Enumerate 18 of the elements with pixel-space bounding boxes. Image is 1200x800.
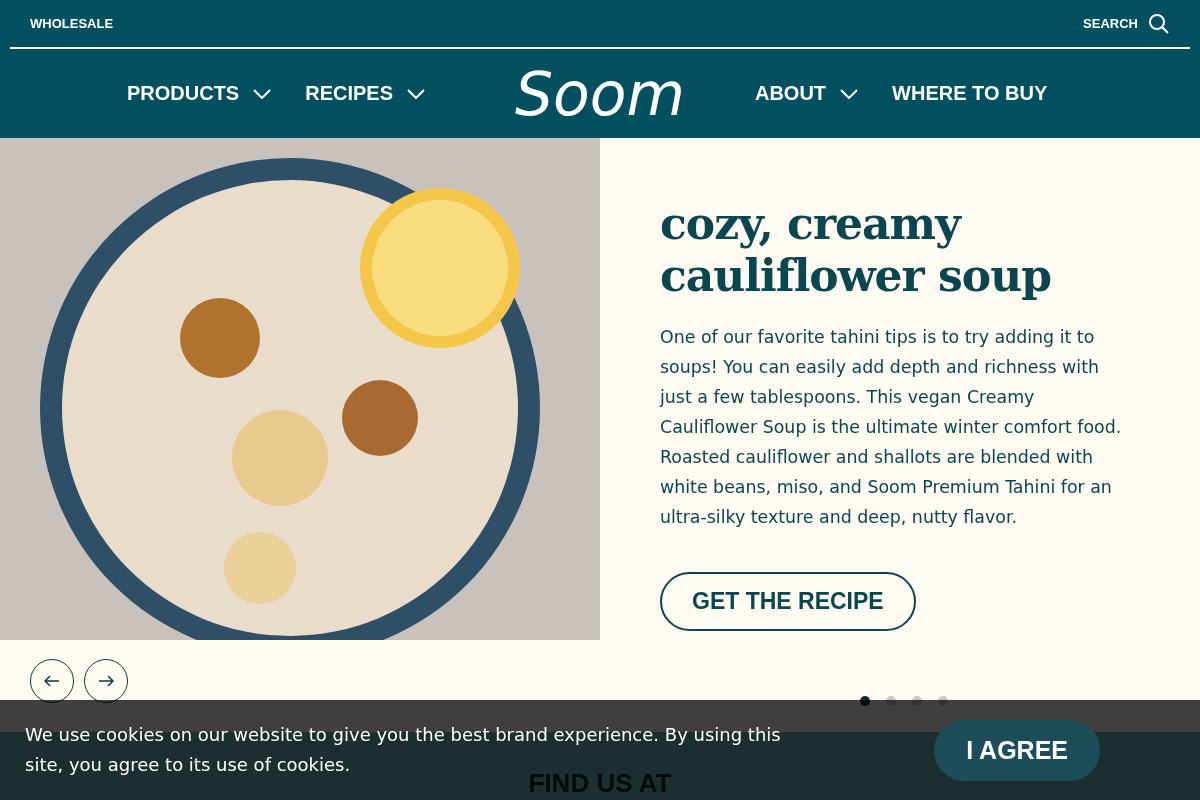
get-recipe-button[interactable]: GET THE RECIPE — [660, 572, 916, 631]
chevron-down-icon[interactable] — [407, 88, 425, 99]
nav-link[interactable]: ABOUT — [754, 82, 827, 105]
arrow-right-icon — [98, 675, 114, 687]
nav-link[interactable]: WHERE TO BUY — [892, 82, 1048, 105]
logo[interactable]: Soom — [515, 63, 685, 124]
search-link[interactable]: SEARCH — [1083, 16, 1138, 31]
chevron-down-icon[interactable] — [840, 88, 859, 99]
cookie-message: We use cookies on our website to give you the best brand experience. By using this site, you agree to its use of cookies. — [25, 723, 782, 775]
arrow-left-icon — [44, 675, 60, 687]
nav-link[interactable]: RECIPES — [305, 82, 393, 105]
hero-description: One of our favorite tahini tips is to try adding it to soups! You can easily add depth and richness with just a few tablespoons. This vegan Creamy Cauliflower Soup is the ultimate winter comfort food. Roasted cauliflower and shallots are blended with white beans, miso, and Soom Premium Tahini for an ultra-silky texture and deep, nutty flavor. — [660, 326, 1123, 529]
chevron-down-icon[interactable] — [253, 88, 272, 99]
nav-link[interactable]: PRODUCTS — [126, 82, 240, 105]
hero-title: cozy, creamy cauliflower soup — [660, 198, 1052, 302]
wholesale-link[interactable]: WHOLESALE — [30, 16, 114, 31]
agree-button[interactable]: I AGREE — [934, 719, 1100, 781]
search-icon[interactable] — [1148, 12, 1170, 35]
